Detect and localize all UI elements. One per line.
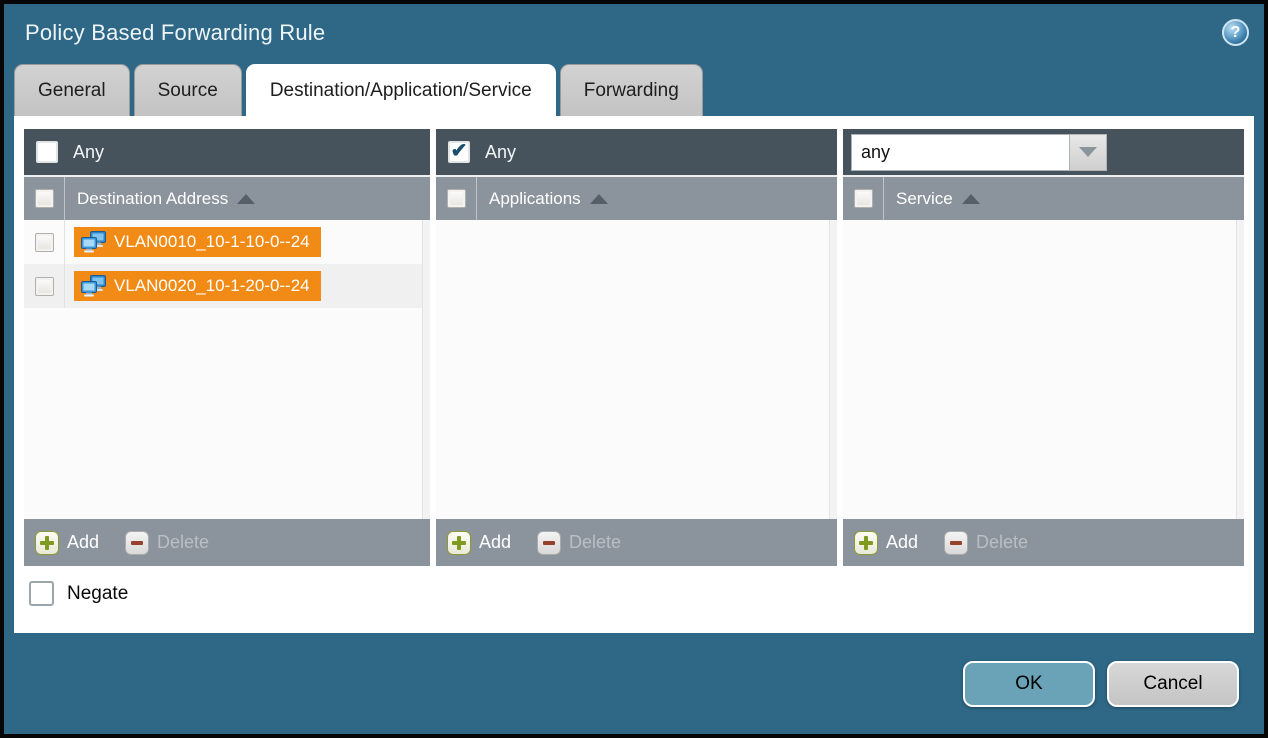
chevron-down-icon [1079, 147, 1097, 157]
service-header-row: Service [843, 175, 1244, 220]
tab-general[interactable]: General [14, 64, 130, 116]
destination-address-header-row: Destination Address [24, 175, 430, 220]
delete-minus-icon [944, 531, 968, 555]
add-plus-icon [35, 531, 59, 555]
network-address-icon [81, 275, 107, 297]
delete-button-label: Delete [976, 532, 1028, 553]
applications-any-bar: ✔ Any [436, 129, 837, 175]
address-object-vlan0010[interactable]: VLAN0010_10-1-10-0--24 [74, 227, 321, 257]
row-checkbox-cell [24, 220, 65, 264]
applications-any-checkbox[interactable]: ✔ [448, 141, 470, 163]
negate-checkbox[interactable] [29, 581, 54, 606]
applications-header-row: Applications [436, 175, 837, 220]
destination-list-scrollbar[interactable] [422, 220, 430, 519]
service-column-header[interactable]: Service [896, 189, 953, 209]
service-delete-button[interactable]: Delete [944, 531, 1028, 555]
add-plus-icon [447, 531, 471, 555]
address-object-vlan0020[interactable]: VLAN0020_10-1-20-0--24 [74, 271, 321, 301]
dialog-title: Policy Based Forwarding Rule [25, 20, 325, 46]
help-icon[interactable]: ? [1222, 19, 1249, 46]
row-checkbox[interactable] [35, 277, 54, 296]
destination-address-list: VLAN0010_10-1-10-0--24 [24, 220, 430, 519]
destination-any-label: Any [73, 142, 104, 163]
delete-button-label: Delete [157, 532, 209, 553]
service-select-all-checkbox[interactable] [854, 189, 873, 208]
table-row: VLAN0020_10-1-20-0--24 [24, 264, 430, 308]
service-column: any Service [843, 129, 1244, 566]
applications-select-all-checkbox[interactable] [447, 189, 466, 208]
dropdown-arrow-button[interactable] [1070, 134, 1107, 171]
negate-row: Negate [24, 581, 1244, 606]
applications-add-button[interactable]: Add [447, 531, 511, 555]
add-button-label: Add [886, 532, 918, 553]
applications-column-header[interactable]: Applications [489, 189, 581, 209]
tab-forwarding[interactable]: Forwarding [560, 64, 703, 116]
sort-ascending-icon [962, 194, 980, 204]
ok-button[interactable]: OK [963, 661, 1095, 707]
delete-minus-icon [125, 531, 149, 555]
add-plus-icon [854, 531, 878, 555]
tab-content-panel: Any Destination Address [14, 116, 1254, 633]
dialog-action-bar: OK Cancel [4, 633, 1264, 734]
row-checkbox-cell [24, 264, 65, 308]
cancel-button[interactable]: Cancel [1107, 661, 1239, 707]
destination-add-button[interactable]: Add [35, 531, 99, 555]
columns-container: Any Destination Address [24, 129, 1244, 566]
delete-minus-icon [537, 531, 561, 555]
checkmark-icon: ✔ [451, 141, 468, 161]
address-object-label: VLAN0020_10-1-20-0--24 [114, 276, 310, 296]
address-object-label: VLAN0010_10-1-10-0--24 [114, 232, 310, 252]
service-dropdown[interactable]: any [851, 134, 1107, 171]
service-list-scrollbar[interactable] [1236, 220, 1244, 519]
row-checkbox[interactable] [35, 233, 54, 252]
applications-column: ✔ Any Applications Add [436, 129, 837, 566]
applications-footer-bar: Add Delete [436, 519, 837, 566]
tab-bar: General Source Destination/Application/S… [4, 62, 1264, 116]
sort-ascending-icon [590, 194, 608, 204]
tab-source[interactable]: Source [134, 64, 242, 116]
add-button-label: Add [67, 532, 99, 553]
destination-any-checkbox[interactable] [36, 141, 58, 163]
destination-delete-button[interactable]: Delete [125, 531, 209, 555]
help-glyph: ? [1231, 24, 1241, 42]
applications-any-label: Any [485, 142, 516, 163]
service-select-all-cell [843, 177, 884, 220]
destination-address-column-header[interactable]: Destination Address [77, 189, 228, 209]
policy-based-forwarding-dialog: Policy Based Forwarding Rule ? General S… [0, 0, 1268, 738]
applications-list [436, 220, 837, 519]
applications-list-scrollbar[interactable] [829, 220, 837, 519]
applications-select-all-cell [436, 177, 477, 220]
destination-select-all-cell [24, 177, 65, 220]
tab-destination-application-service[interactable]: Destination/Application/Service [246, 64, 556, 116]
service-dropdown-value: any [851, 134, 1070, 171]
destination-select-all-checkbox[interactable] [35, 189, 54, 208]
service-add-button[interactable]: Add [854, 531, 918, 555]
service-dropdown-bar: any [843, 129, 1244, 175]
table-row: VLAN0010_10-1-10-0--24 [24, 220, 430, 264]
sort-ascending-icon [237, 194, 255, 204]
dialog-title-bar: Policy Based Forwarding Rule ? [4, 4, 1264, 62]
applications-delete-button[interactable]: Delete [537, 531, 621, 555]
delete-button-label: Delete [569, 532, 621, 553]
destination-any-bar: Any [24, 129, 430, 175]
destination-footer-bar: Add Delete [24, 519, 430, 566]
service-list [843, 220, 1244, 519]
network-address-icon [81, 231, 107, 253]
negate-label: Negate [67, 583, 128, 605]
destination-address-column: Any Destination Address [24, 129, 430, 566]
add-button-label: Add [479, 532, 511, 553]
service-footer-bar: Add Delete [843, 519, 1244, 566]
